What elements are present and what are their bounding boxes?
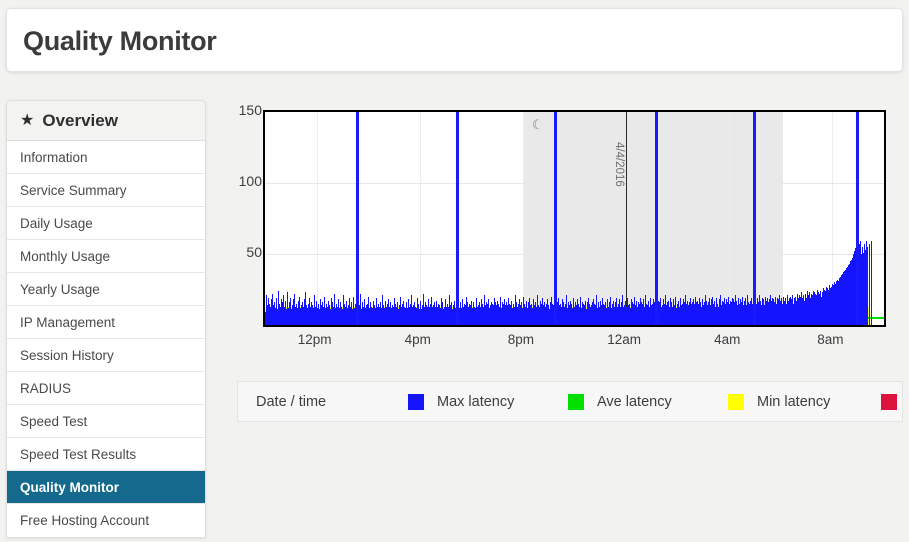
sidebar-item-session-history[interactable]: Session History — [7, 339, 205, 372]
sidebar-item-ip-management[interactable]: IP Management — [7, 306, 205, 339]
x-axis-labels: 12pm 4pm 8pm 12am 4am 8am — [263, 332, 886, 354]
sidebar-item-label: Service Summary — [20, 182, 127, 198]
legend-item-fails: Fails — [881, 393, 909, 410]
legend-item-date-time: Date / time — [256, 394, 326, 410]
sidebar-item-yearly-usage[interactable]: Yearly Usage — [7, 273, 205, 306]
sidebar-item-label: Monthly Usage — [20, 248, 111, 264]
sidebar-item-label: Quality Monitor — [20, 479, 119, 495]
sidebar-item-service-summary[interactable]: Service Summary — [7, 174, 205, 207]
chart-plot-area: ☾ 4/4/2016 — [263, 110, 886, 327]
legend-label: Min latency — [757, 393, 831, 410]
page-header-card: Quality Monitor — [6, 8, 903, 72]
legend-label: Ave latency — [597, 393, 672, 410]
sidebar-item-free-hosting-account[interactable]: Free Hosting Account — [7, 504, 205, 537]
vertical-gridline — [729, 112, 731, 325]
max-latency-sample — [866, 246, 868, 325]
green-swatch — [568, 393, 584, 410]
y-tick-50: 50 — [246, 244, 262, 260]
vertical-gridline — [419, 112, 421, 325]
sidebar-item-speed-test[interactable]: Speed Test — [7, 405, 205, 438]
sidebar-item-daily-usage[interactable]: Daily Usage — [7, 207, 205, 240]
sidebar-item-label: Free Hosting Account — [20, 513, 150, 528]
sidebar-item-label: Information — [20, 149, 88, 165]
sidebar-item-information[interactable]: Information — [7, 141, 205, 174]
night-shading-band — [522, 112, 784, 325]
x-tick-8pm: 8pm — [507, 332, 535, 347]
quality-monitor-chart: 50 100 150 ☾ 4/4/2016 12pm 4pm 8pm 12am 4am 8am — [232, 100, 904, 360]
sidebar-item-label: Speed Test Results — [20, 446, 137, 462]
max-latency-peak — [752, 112, 756, 325]
legend-label: Max latency — [437, 393, 515, 410]
sidebar-item-label: Daily Usage — [20, 215, 93, 231]
sidebar-item-monthly-usage[interactable]: Monthly Usage — [7, 240, 205, 273]
max-latency-peak — [554, 112, 558, 325]
page-title: Quality Monitor — [23, 26, 217, 56]
sidebar-item-speed-test-results[interactable]: Speed Test Results — [7, 438, 205, 471]
sidebar-item-label: Speed Test — [20, 413, 88, 429]
day-boundary-label: 4/4/2016 — [613, 142, 626, 187]
legend-label: Date / time — [256, 393, 327, 410]
x-tick-4am: 4am — [714, 332, 741, 347]
sidebar-item-label: Session History — [20, 347, 114, 363]
max-latency-peak — [355, 112, 359, 325]
sidebar-item-label: RADIUS — [20, 380, 72, 396]
x-tick-12am: 12am — [607, 332, 641, 347]
sidebar-header-overview[interactable]: ★ Overview — [7, 101, 205, 141]
sidebar-item-quality-monitor[interactable]: Quality Monitor — [7, 471, 205, 504]
day-boundary-line — [626, 112, 628, 325]
chart-legend: Date / time Max latency Ave latency Min lat… — [237, 381, 903, 422]
legend-item-max-latency: Max latency — [408, 393, 515, 410]
sidebar-item-radius[interactable]: RADIUS — [7, 372, 205, 405]
max-latency-peak — [456, 112, 460, 325]
sidebar-nav: ★ Overview Information Service Summary Dai… — [6, 100, 206, 538]
y-tick-100: 100 — [238, 173, 262, 189]
x-tick-8am: 8am — [817, 332, 844, 347]
legend-item-ave-latency: Ave latency — [568, 393, 672, 410]
max-latency-peak — [654, 112, 658, 325]
moon-icon: ☾ — [531, 117, 544, 132]
max-latency-sample — [870, 241, 872, 325]
blue-swatch — [408, 393, 424, 410]
legend-item-min-latency: Min latency — [728, 393, 831, 410]
max-latency-peak — [855, 112, 859, 325]
vertical-gridline — [522, 112, 524, 325]
sidebar-item-label: IP Management — [20, 314, 116, 330]
sidebar-item-label: Yearly Usage — [20, 281, 100, 297]
y-tick-150: 150 — [238, 102, 262, 118]
red-swatch — [881, 393, 897, 410]
yellow-swatch — [728, 393, 744, 410]
y-axis-labels: 50 100 150 — [232, 100, 262, 340]
max-latency-sample — [868, 244, 870, 325]
sidebar-header-label: Overview — [42, 110, 118, 130]
star-icon: ★ — [20, 111, 35, 129]
x-tick-12pm: 12pm — [297, 332, 332, 347]
vertical-gridline — [316, 112, 318, 325]
x-tick-4pm: 4pm — [404, 332, 431, 347]
